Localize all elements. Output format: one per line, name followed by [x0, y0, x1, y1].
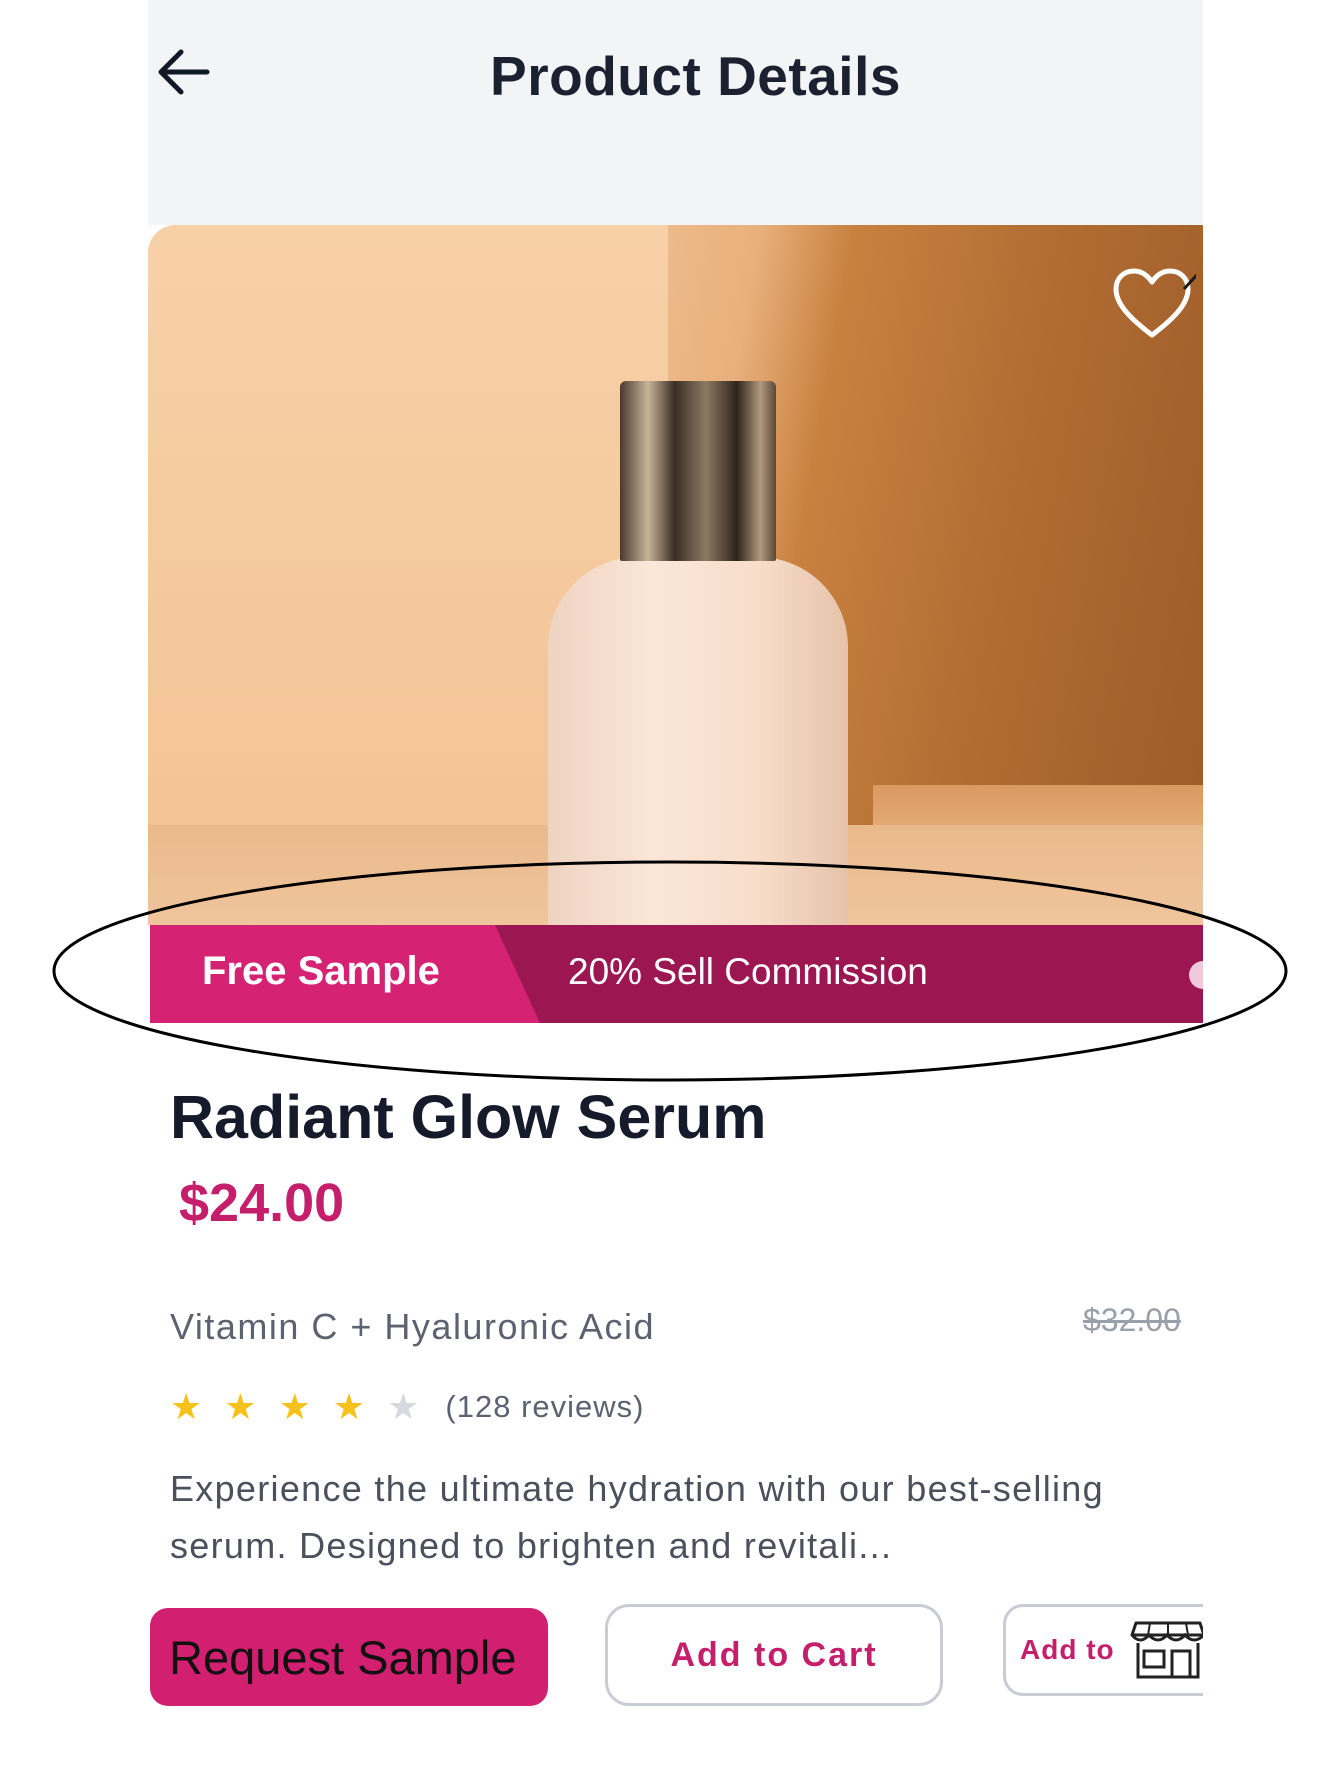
- add-to-cart-button[interactable]: Add to Cart: [605, 1604, 943, 1706]
- product-subtitle: Vitamin C + Hyaluronic Acid: [170, 1306, 656, 1347]
- star-icon: ★: [170, 1386, 203, 1427]
- storefront-icon: [1130, 1621, 1203, 1679]
- request-sample-button[interactable]: Request Sample: [150, 1608, 548, 1706]
- product-description: Experience the ultimate hydration with o…: [170, 1468, 1104, 1566]
- star-icon: ★: [278, 1386, 311, 1427]
- commission-label: 20% Sell Commission: [568, 951, 928, 992]
- top-app-bar: Product Details: [148, 0, 1203, 225]
- bottle-cap: [620, 381, 776, 561]
- free-sample-badge: Free Sample: [150, 925, 540, 1023]
- rating-row[interactable]: ★ ★ ★ ★ ★ (128 reviews): [170, 1385, 644, 1429]
- star-icon: ★: [224, 1386, 257, 1427]
- original-price: $32.00: [1083, 1302, 1181, 1338]
- bottle-body: [548, 557, 848, 925]
- free-sample-label: Free Sample: [202, 949, 440, 993]
- favorite-button[interactable]: [1108, 263, 1203, 343]
- carousel-dot: [1189, 961, 1203, 989]
- page-title: Product Details: [490, 45, 901, 107]
- product-price: $24.00: [179, 1173, 345, 1233]
- promo-banner: Free Sample 20% Sell Commission: [150, 925, 1203, 1023]
- add-to-store-button[interactable]: Add to: [1003, 1604, 1203, 1696]
- product-details-screen: Product Details Free Sample 20% Sell Com…: [148, 0, 1203, 1777]
- product-name: Radiant Glow Serum: [170, 1083, 767, 1151]
- star-empty-icon: ★: [387, 1386, 420, 1427]
- star-icon: ★: [332, 1386, 366, 1427]
- product-image[interactable]: [148, 225, 1203, 925]
- add-to-store-label: Add to: [1020, 1634, 1115, 1665]
- reviews-count[interactable]: (128 reviews): [445, 1389, 644, 1425]
- heart-outline-icon: [1113, 265, 1203, 338]
